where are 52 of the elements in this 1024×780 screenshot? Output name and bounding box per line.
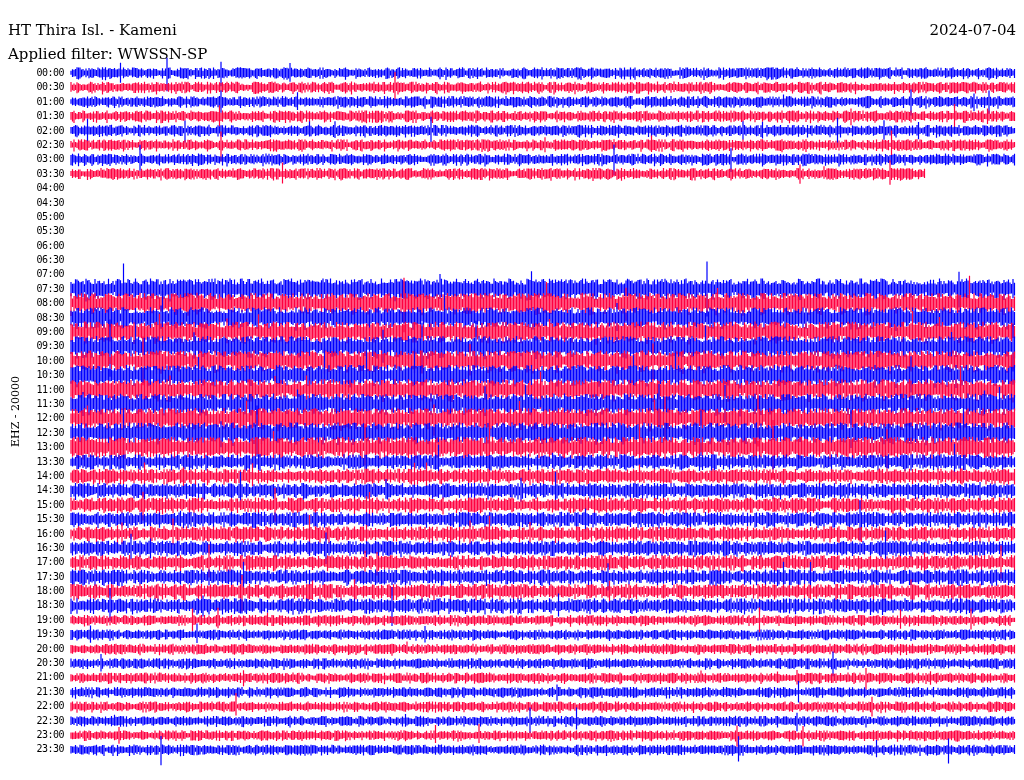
time-label: 04:30 (36, 195, 64, 210)
time-label: 01:00 (36, 94, 64, 109)
time-label: 21:30 (36, 684, 64, 699)
time-label: 05:30 (36, 224, 64, 239)
time-label: 05:00 (36, 209, 64, 224)
time-label: 14:00 (36, 468, 64, 483)
time-label: 20:00 (36, 641, 64, 656)
time-label: 19:30 (36, 627, 64, 642)
time-label: 11:30 (36, 397, 64, 411)
time-label: 11:00 (36, 382, 64, 397)
time-label: 22:30 (36, 713, 64, 728)
time-label: 03:30 (36, 166, 64, 181)
time-label: 04:00 (36, 181, 64, 196)
time-label: 01:30 (36, 109, 64, 124)
channel-label: EHZ - 20000 (8, 376, 22, 448)
time-label: 16:00 (36, 526, 64, 541)
time-label: 12:00 (36, 411, 64, 426)
time-label: 15:00 (36, 497, 64, 512)
time-label: 19:00 (36, 612, 64, 627)
time-label: 17:00 (36, 555, 64, 570)
time-label: 00:30 (36, 80, 64, 95)
time-label: 00:00 (36, 66, 64, 80)
time-label: 22:00 (36, 699, 64, 714)
time-label: 03:00 (36, 152, 64, 167)
time-label: 08:00 (36, 296, 64, 311)
time-label: 13:30 (36, 454, 64, 469)
time-label: 09:30 (36, 339, 64, 354)
time-label: 08:30 (36, 310, 64, 325)
time-label: 02:30 (36, 137, 64, 152)
time-label: 18:30 (36, 598, 64, 613)
time-label: 14:30 (36, 483, 64, 498)
time-label: 06:00 (36, 238, 64, 253)
time-label: 06:30 (36, 253, 64, 268)
time-label: 21:00 (36, 670, 64, 685)
time-label: 17:30 (36, 569, 64, 584)
time-label: 02:00 (36, 123, 64, 138)
station-title: HT Thira Isl. - Kameni (8, 20, 177, 40)
time-label: 10:30 (36, 368, 64, 383)
time-label: 23:00 (36, 727, 64, 742)
time-label: 12:30 (36, 425, 64, 440)
time-label: 23:30 (36, 742, 64, 757)
time-label: 13:00 (36, 440, 64, 455)
time-label: 20:30 (36, 656, 64, 670)
date: 2024-07-04 (929, 20, 1016, 40)
time-label: 09:00 (36, 325, 64, 340)
time-label: 18:00 (36, 584, 64, 599)
time-label: 10:00 (36, 353, 64, 368)
time-label: 07:00 (36, 267, 64, 282)
time-label: 15:30 (36, 512, 64, 527)
filter-label: Applied filter: WWSSN-SP (8, 45, 208, 63)
time-label: 07:30 (36, 281, 64, 296)
time-label: 16:30 (36, 540, 64, 555)
